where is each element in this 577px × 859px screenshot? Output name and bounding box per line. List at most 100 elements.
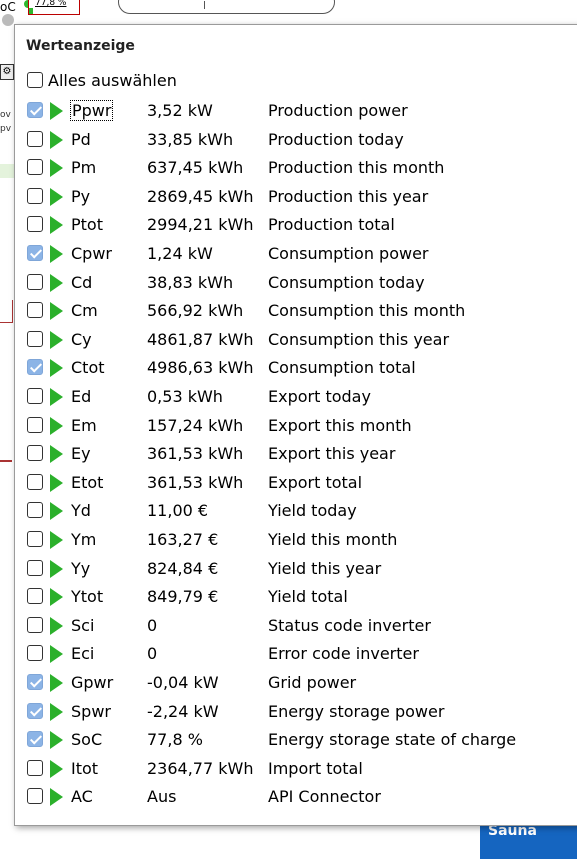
play-icon[interactable] — [50, 531, 63, 549]
value-row-ed[interactable]: Ed 0,53 kWh Export today — [27, 385, 567, 411]
value-row-itot[interactable]: Itot 2364,77 kWh Import total — [27, 757, 567, 783]
row-abbreviation: Ym — [71, 530, 97, 549]
play-icon[interactable] — [50, 502, 63, 521]
row-abbreviation: Spwr — [71, 701, 111, 721]
bg-fragment-2: pv — [0, 124, 12, 134]
row-checkbox[interactable] — [27, 359, 43, 376]
value-row-ppwr[interactable]: Ppwr 3,52 kW Production power — [27, 99, 567, 125]
row-value: 4986,63 kWh — [147, 358, 254, 378]
row-checkbox[interactable] — [27, 216, 43, 233]
row-value: -0,04 kW — [147, 673, 219, 692]
row-abbreviation: Sci — [71, 615, 95, 635]
row-checkbox[interactable] — [27, 645, 43, 662]
value-row-ym[interactable]: Ym 163,27 € Yield this month — [27, 528, 567, 554]
select-all-checkbox[interactable] — [27, 72, 43, 88]
play-icon[interactable] — [50, 559, 63, 578]
value-row-em[interactable]: Em 157,24 kWh Export this month — [27, 414, 567, 440]
row-checkbox[interactable] — [27, 759, 43, 776]
row-checkbox[interactable] — [27, 531, 43, 547]
value-row-cm[interactable]: Cm 566,92 kWh Consumption this month — [27, 299, 567, 325]
play-icon[interactable] — [50, 245, 63, 263]
row-checkbox[interactable] — [27, 302, 43, 319]
play-icon[interactable] — [50, 645, 63, 664]
row-checkbox[interactable] — [27, 588, 43, 605]
row-checkbox[interactable] — [27, 273, 43, 290]
play-icon[interactable] — [50, 788, 63, 807]
gear-icon[interactable]: ⚙ — [0, 64, 14, 80]
play-icon[interactable] — [50, 616, 63, 635]
play-icon[interactable] — [50, 588, 63, 607]
row-description: Consumption power — [268, 244, 429, 263]
value-row-yd[interactable]: Yd 11,00 € Yield today — [27, 499, 567, 525]
bg-slider[interactable] — [118, 0, 335, 14]
select-all-label[interactable]: Alles auswählen — [48, 71, 177, 90]
value-row-yy[interactable]: Yy 824,84 € Yield this year — [27, 557, 567, 583]
value-row-ac[interactable]: AC Aus API Connector — [27, 785, 567, 811]
value-row-py[interactable]: Py 2869,45 kWh Production this year — [27, 185, 567, 211]
value-row-ptot[interactable]: Ptot 2994,21 kWh Production total — [27, 213, 567, 239]
row-checkbox[interactable] — [27, 674, 43, 690]
row-abbreviation: Yy — [71, 558, 91, 578]
play-icon[interactable] — [50, 159, 63, 178]
row-checkbox[interactable] — [27, 102, 43, 118]
bg-soc-label: oC — [0, 0, 16, 14]
row-checkbox[interactable] — [27, 388, 43, 404]
row-checkbox[interactable] — [27, 187, 43, 204]
value-row-cd[interactable]: Cd 38,83 kWh Consumption today — [27, 271, 567, 297]
value-row-spwr[interactable]: Spwr -2,24 kW Energy storage power — [27, 700, 567, 726]
row-checkbox[interactable] — [27, 330, 43, 347]
value-row-cpwr[interactable]: Cpwr 1,24 kW Consumption power — [27, 242, 567, 268]
bg-circle-icon — [2, 14, 14, 26]
row-checkbox[interactable] — [27, 559, 43, 576]
row-value: 0,53 kWh — [147, 387, 223, 406]
value-row-gpwr[interactable]: Gpwr -0,04 kW Grid power — [27, 671, 567, 697]
play-icon[interactable] — [50, 359, 63, 378]
select-all-row[interactable]: Alles auswählen — [27, 69, 567, 95]
play-icon[interactable] — [50, 702, 63, 721]
value-row-ytot[interactable]: Ytot 849,79 € Yield total — [27, 585, 567, 611]
play-icon[interactable] — [50, 330, 63, 349]
row-checkbox[interactable] — [27, 159, 43, 176]
play-icon[interactable] — [50, 445, 63, 464]
value-row-ctot[interactable]: Ctot 4986,63 kWh Consumption total — [27, 356, 567, 382]
play-icon[interactable] — [50, 216, 63, 235]
play-icon[interactable] — [50, 130, 63, 149]
row-value: 637,45 kWh — [147, 158, 244, 178]
play-icon[interactable] — [50, 102, 63, 120]
row-abbreviation: Ey — [71, 444, 91, 464]
play-icon[interactable] — [50, 731, 63, 750]
play-icon[interactable] — [50, 187, 63, 206]
play-icon[interactable] — [50, 273, 63, 292]
row-value: 163,27 € — [147, 530, 219, 549]
play-icon[interactable] — [50, 674, 63, 692]
value-row-soc[interactable]: SoC 77,8 % Energy storage state of charge — [27, 728, 567, 754]
value-row-eci[interactable]: Eci 0 Error code inverter — [27, 642, 567, 668]
play-icon[interactable] — [50, 302, 63, 321]
row-checkbox[interactable] — [27, 473, 43, 490]
value-row-ey[interactable]: Ey 361,53 kWh Export this year — [27, 442, 567, 468]
row-abbreviation: Ptot — [71, 215, 103, 235]
play-icon[interactable] — [50, 388, 63, 406]
row-value: 361,53 kWh — [147, 444, 244, 464]
row-checkbox[interactable] — [27, 502, 43, 519]
value-row-sci[interactable]: Sci 0 Status code inverter — [27, 614, 567, 640]
row-description: Yield today — [268, 501, 357, 521]
row-checkbox[interactable] — [27, 616, 43, 633]
row-checkbox[interactable] — [27, 416, 43, 433]
value-row-etot[interactable]: Etot 361,53 kWh Export total — [27, 471, 567, 497]
row-description: Yield total — [268, 587, 348, 607]
row-checkbox[interactable] — [27, 245, 43, 261]
value-row-pm[interactable]: Pm 637,45 kWh Production this month — [27, 156, 567, 182]
row-checkbox[interactable] — [27, 788, 43, 805]
play-icon[interactable] — [50, 416, 63, 435]
values-display-popup: Werteanzeige Alles auswählen Ppwr 3,52 kW… — [14, 24, 577, 826]
play-icon[interactable] — [50, 473, 63, 492]
row-checkbox[interactable] — [27, 731, 43, 748]
value-row-cy[interactable]: Cy 4861,87 kWh Consumption this year — [27, 328, 567, 354]
row-checkbox[interactable] — [27, 130, 43, 147]
row-checkbox[interactable] — [27, 445, 43, 462]
value-row-pd[interactable]: Pd 33,85 kWh Production today — [27, 128, 567, 154]
play-icon[interactable] — [50, 759, 63, 778]
row-checkbox[interactable] — [27, 702, 43, 719]
sauna-tile[interactable]: Sauna — [480, 822, 577, 859]
